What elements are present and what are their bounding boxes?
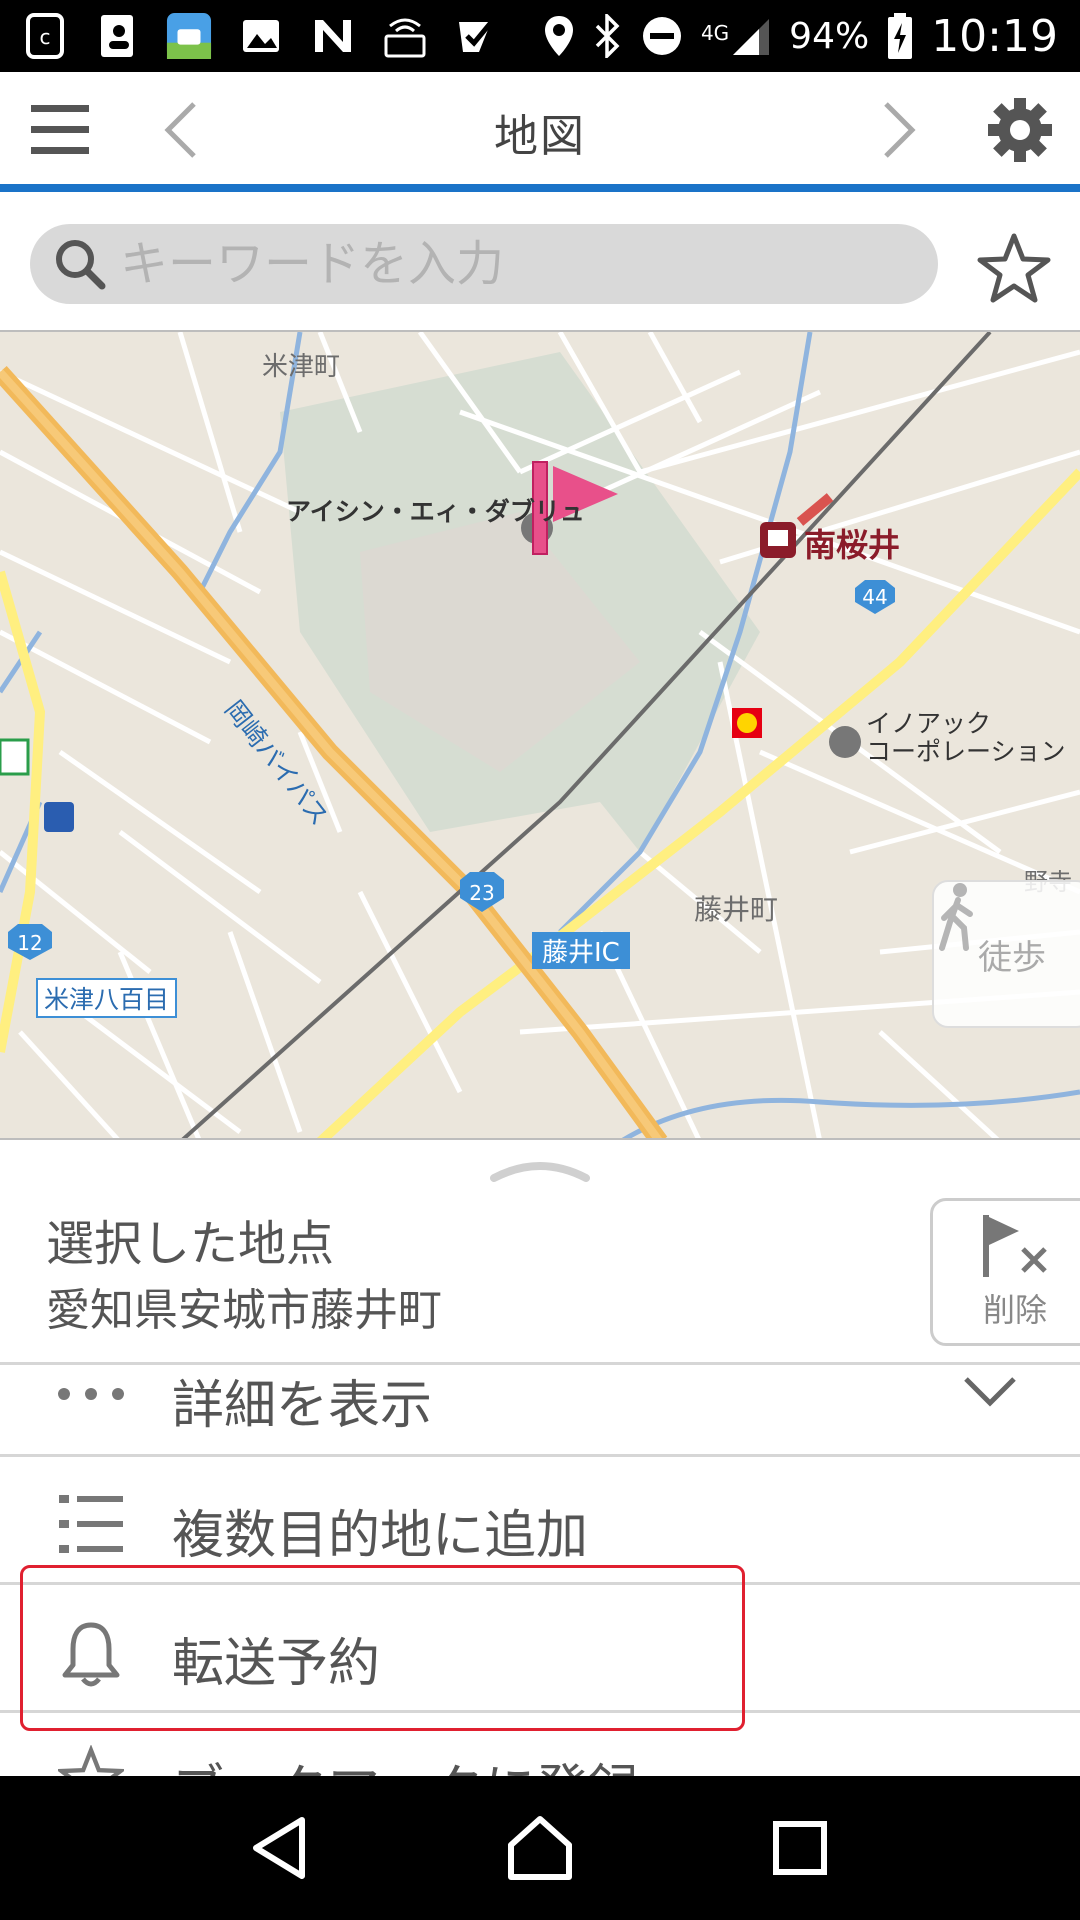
contacts-notification-icon — [94, 13, 140, 59]
menu-item-bookmark[interactable]: ブックマークに登録 — [0, 1710, 1080, 1776]
app-notification-icon: c — [22, 13, 68, 59]
image-notification-icon — [238, 13, 284, 59]
search-icon — [56, 240, 106, 290]
map-label-aisin: アイシン・エィ・ダブリュ — [286, 497, 585, 526]
walk-mode-button[interactable]: 徒歩 — [932, 880, 1080, 1028]
status-bar: c 4G 94% 10:19 — [0, 0, 1080, 72]
walk-mode-label: 徒歩 — [978, 937, 1046, 978]
bookmark-star-button[interactable] — [976, 230, 1052, 306]
list-icon — [56, 1489, 126, 1559]
map-label-fujii-ic: 藤井IC — [532, 932, 630, 969]
route-23-label: 23 — [469, 881, 494, 905]
menu-item-label: ブックマークに登録 — [172, 1747, 640, 1776]
bluetooth-icon — [595, 14, 620, 58]
flag-remove-icon — [983, 1215, 1047, 1277]
search-box[interactable] — [30, 224, 938, 304]
nav-back-button[interactable] — [235, 1803, 325, 1893]
map-label-yonezu-8: 米津八百目 — [36, 978, 178, 1018]
location-icon — [544, 16, 573, 56]
place-title: 選択した地点 — [46, 1216, 335, 1272]
menu-item-label: 詳細を表示 — [172, 1376, 433, 1436]
place-address: 愛知県安城市藤井町 — [46, 1285, 442, 1336]
map-label-company: イノアック コーポレーション — [866, 709, 1066, 766]
route-44-label: 44 — [862, 585, 887, 609]
home-icon — [508, 1816, 572, 1880]
nav-recents-button[interactable] — [755, 1803, 845, 1893]
sheet-handle-icon[interactable] — [490, 1154, 590, 1184]
clock: 10:19 — [931, 10, 1058, 62]
app-bar: 地図 — [0, 72, 1080, 192]
map-label-yonezu-town: 米津町 — [262, 352, 341, 382]
delete-label: 削除 — [982, 1291, 1047, 1329]
back-triangle-icon — [253, 1817, 305, 1879]
bottom-sheet: 選択した地点 愛知県安城市藤井町 削除 詳細を表示 複数目的地に追加 転送予約 — [0, 1140, 1080, 1776]
map-label-station: 南桜井 — [804, 526, 901, 564]
check-notification-icon — [454, 13, 500, 59]
delete-point-button[interactable]: 削除 — [930, 1198, 1080, 1346]
map-view[interactable]: 44 23 12 米津町 アイシン・エィ・ダブリュ 南桜井 イノアック コーポレ… — [0, 330, 1080, 1140]
signal-icon — [733, 19, 770, 55]
system-nav-bar — [0, 1776, 1080, 1920]
gear-icon — [988, 98, 1052, 162]
search-row — [0, 200, 1080, 330]
network-type: 4G — [700, 20, 730, 45]
wireless-notification-icon — [382, 13, 428, 59]
menu-item-add-destination[interactable]: 複数目的地に追加 — [0, 1454, 1080, 1584]
battery-percent: 94% — [789, 15, 870, 57]
walking-person-icon — [939, 883, 973, 951]
more-dots-icon — [56, 1359, 126, 1429]
recents-square-icon — [773, 1821, 827, 1875]
chevron-down-icon[interactable] — [962, 1373, 1018, 1407]
svg-text:c: c — [40, 25, 51, 49]
menu-item-label: 複数目的地に追加 — [172, 1506, 589, 1566]
forward-button[interactable] — [860, 94, 940, 166]
route-12-label: 12 — [17, 931, 42, 955]
navi-app-notification-icon — [166, 13, 212, 59]
menu-item-label: 転送予約 — [172, 1634, 381, 1694]
battery-charging-icon — [888, 13, 913, 59]
search-input[interactable] — [120, 236, 900, 292]
star-icon — [56, 1743, 126, 1776]
settings-button[interactable] — [980, 94, 1060, 166]
chevron-right-icon — [884, 102, 916, 158]
menu-item-details[interactable]: 詳細を表示 — [0, 1362, 1080, 1456]
n-notification-icon — [310, 13, 356, 59]
map-label-fujii-town: 藤井町 — [694, 893, 779, 926]
nav-home-button[interactable] — [495, 1803, 585, 1893]
bell-icon — [56, 1619, 126, 1689]
do-not-disturb-icon — [642, 17, 681, 55]
star-outline-icon — [977, 233, 1051, 303]
menu-item-transfer-reservation[interactable]: 転送予約 — [0, 1582, 1080, 1712]
